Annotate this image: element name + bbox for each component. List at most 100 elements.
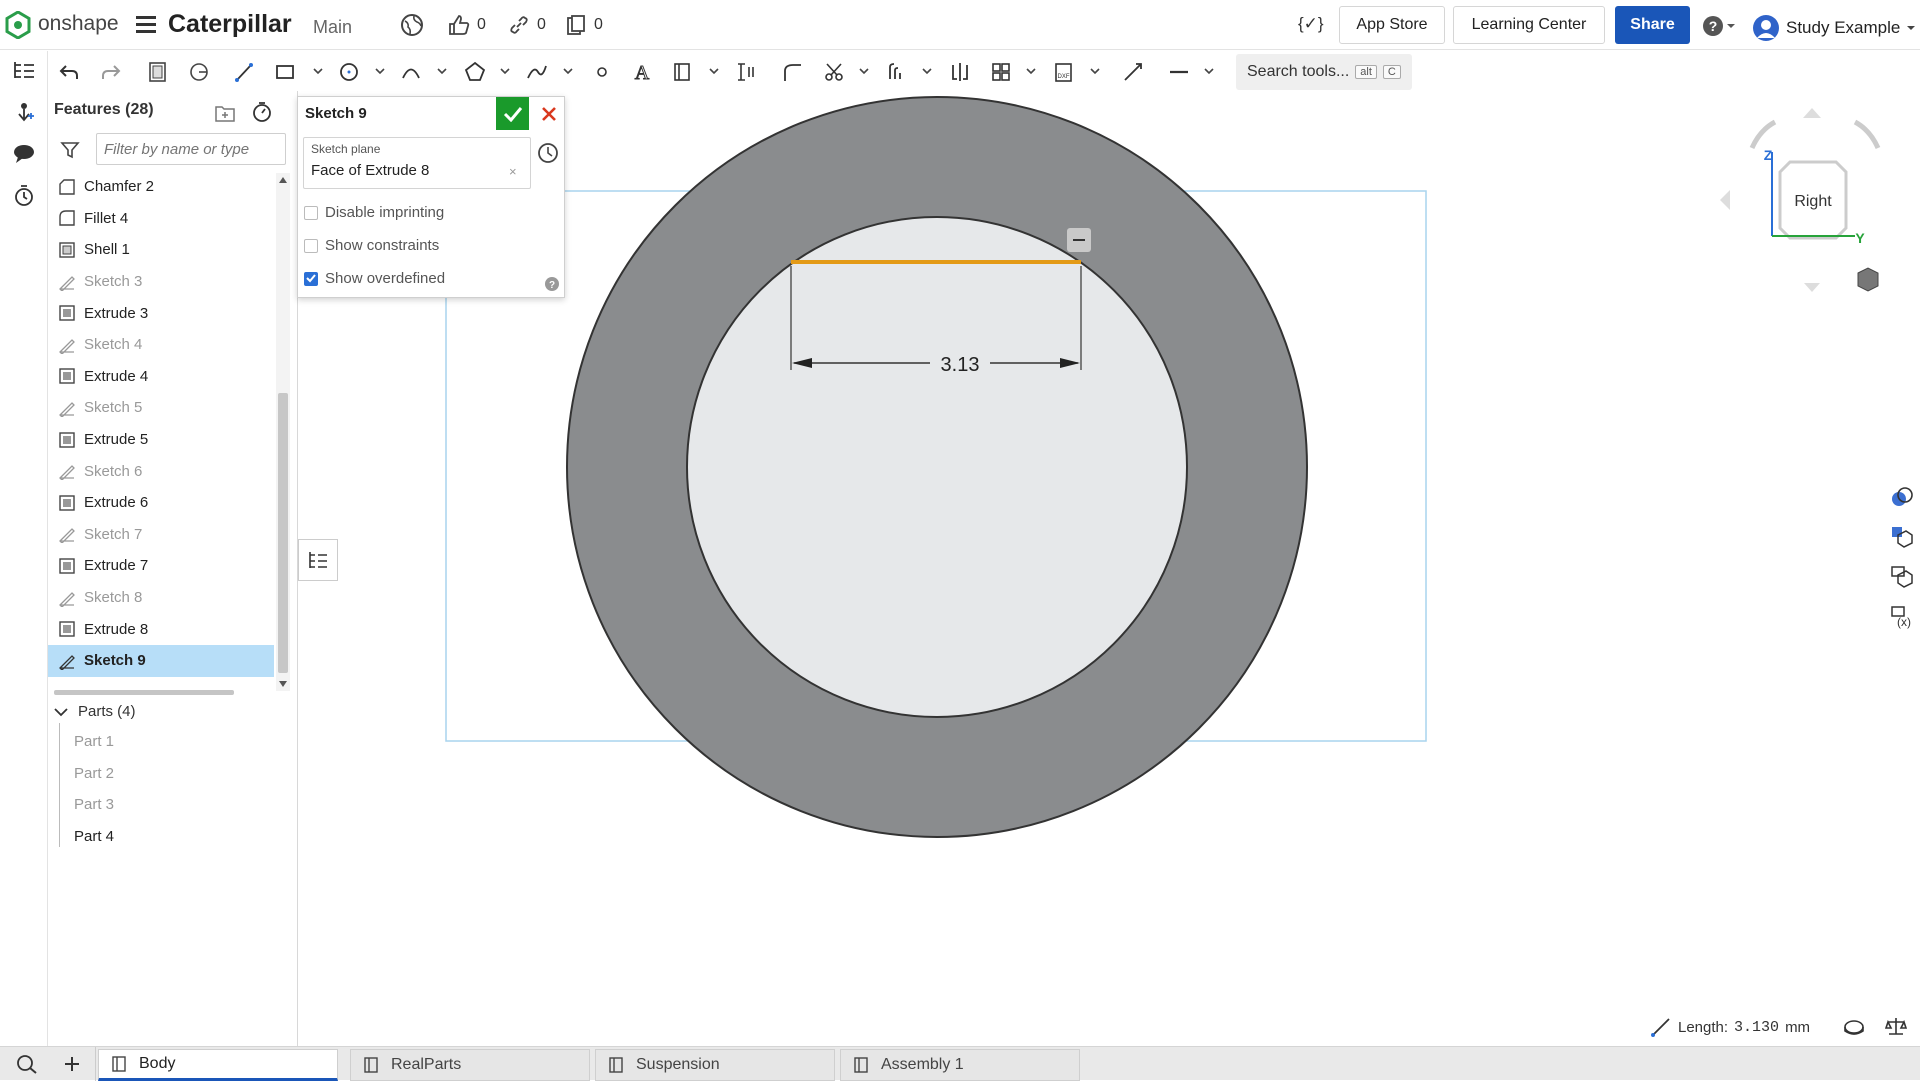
onshape-logo-icon[interactable] — [5, 11, 31, 39]
insert-image-icon[interactable] — [670, 59, 696, 85]
feature-item[interactable]: Extrude 7 — [48, 550, 274, 582]
document-title[interactable]: Caterpillar — [168, 10, 292, 39]
rollback-timer-icon[interactable] — [251, 101, 273, 123]
insert-dropdown-icon[interactable] — [708, 65, 720, 77]
tab-manager-icon[interactable] — [14, 1052, 38, 1074]
copies-counter[interactable]: 0 — [565, 14, 603, 36]
feature-item[interactable]: Sketch 5 — [48, 392, 274, 424]
variables-icon[interactable]: {✓} — [1298, 14, 1324, 34]
rectangle-dropdown-icon[interactable] — [312, 65, 324, 77]
accept-button[interactable] — [496, 97, 529, 130]
line-style-icon[interactable] — [1166, 59, 1192, 85]
new-sketch-icon[interactable] — [145, 59, 171, 85]
rectangle-tool-icon[interactable] — [272, 59, 298, 85]
feature-item[interactable]: Chamfer 2 — [48, 171, 274, 203]
dxf-import-icon[interactable]: DXF — [1051, 59, 1077, 85]
pattern-tool-icon[interactable] — [988, 59, 1014, 85]
circle-tool-icon[interactable] — [336, 59, 362, 85]
disable-imprinting-checkbox[interactable] — [304, 205, 318, 220]
learning-center-button[interactable]: Learning Center — [1453, 6, 1605, 44]
arc-tool-icon[interactable] — [398, 59, 424, 85]
tab-realparts[interactable]: RealParts — [350, 1049, 590, 1081]
horizontal-scrollbar[interactable] — [54, 690, 234, 695]
part-item[interactable]: Part 1 — [74, 733, 114, 750]
mass-properties-icon[interactable] — [1885, 1016, 1907, 1036]
help-icon[interactable]: ? — [1702, 14, 1736, 38]
feature-item[interactable]: Extrude 6 — [48, 487, 274, 519]
feature-item[interactable]: Extrude 4 — [48, 361, 274, 393]
feature-list-icon[interactable] — [10, 56, 38, 84]
line-tool-icon[interactable] — [231, 59, 257, 85]
part-item[interactable]: Part 4 — [74, 828, 114, 845]
disable-imprinting-option[interactable]: Disable imprinting — [304, 204, 444, 221]
extrude-tool-icon[interactable] — [186, 59, 212, 85]
sketch-plane-field[interactable]: Sketch plane Face of Extrude 8 × — [303, 137, 531, 189]
scroll-down-arrow-icon[interactable] — [279, 681, 287, 687]
feature-item[interactable]: Sketch 8 — [48, 582, 274, 614]
feature-item[interactable]: Sketch 6 — [48, 455, 274, 487]
scroll-up-arrow-icon[interactable] — [279, 177, 287, 183]
comments-icon[interactable] — [10, 139, 38, 167]
trim-tool-icon[interactable] — [821, 59, 847, 85]
feature-item[interactable]: Extrude 5 — [48, 424, 274, 456]
polygon-dropdown-icon[interactable] — [499, 65, 511, 77]
trim-dropdown-icon[interactable] — [858, 65, 870, 77]
app-store-button[interactable]: App Store — [1339, 6, 1445, 44]
feature-item[interactable]: Extrude 8 — [48, 613, 274, 645]
dxf-dropdown-icon[interactable] — [1089, 65, 1101, 77]
mirror-tool-icon[interactable] — [947, 59, 973, 85]
offset-tool-icon[interactable] — [884, 59, 910, 85]
units-icon[interactable] — [1843, 1018, 1865, 1036]
feature-item[interactable]: Shell 1 — [48, 234, 274, 266]
search-tools-input[interactable]: Search tools... alt C — [1236, 54, 1412, 90]
cancel-button[interactable] — [532, 97, 565, 130]
globe-icon[interactable] — [400, 13, 424, 37]
feature-filter-input[interactable] — [96, 133, 286, 165]
circle-dropdown-icon[interactable] — [374, 65, 386, 77]
tab-suspension[interactable]: Suspension — [595, 1049, 835, 1081]
feature-item[interactable]: Sketch 3 — [48, 266, 274, 298]
construction-tool-icon[interactable] — [1120, 59, 1146, 85]
arc-dropdown-icon[interactable] — [436, 65, 448, 77]
offset-dropdown-icon[interactable] — [921, 65, 933, 77]
point-tool-icon[interactable] — [589, 59, 615, 85]
scrollbar-thumb[interactable] — [278, 393, 288, 673]
part-item[interactable]: Part 3 — [74, 796, 114, 813]
pattern-dropdown-icon[interactable] — [1025, 65, 1037, 77]
feature-item[interactable]: Fillet 4 — [48, 203, 274, 235]
feature-list-scrollbar[interactable] — [276, 173, 290, 691]
feature-item[interactable]: Extrude 3 — [48, 297, 274, 329]
show-overdefined-checkbox[interactable] — [304, 271, 318, 286]
show-constraints-checkbox[interactable] — [304, 238, 318, 253]
spline-dropdown-icon[interactable] — [562, 65, 574, 77]
spline-tool-icon[interactable] — [524, 59, 550, 85]
part-item[interactable]: Part 2 — [74, 765, 114, 782]
tab-assembly-1[interactable]: Assembly 1 — [840, 1049, 1080, 1081]
show-overdefined-option[interactable]: Show overdefined — [304, 270, 445, 287]
redo-icon[interactable] — [98, 59, 124, 85]
view-normal-icon[interactable] — [536, 141, 560, 165]
history-icon[interactable] — [10, 182, 38, 210]
view-cube[interactable]: Z Y Right — [1720, 108, 1885, 292]
feature-item[interactable]: Sketch 9 — [48, 644, 274, 677]
text-tool-icon[interactable]: A — [629, 59, 655, 85]
hamburger-menu-icon[interactable] — [136, 15, 156, 33]
help-icon[interactable]: ? — [545, 277, 559, 291]
filter-icon[interactable] — [60, 140, 80, 160]
show-constraints-option[interactable]: Show constraints — [304, 237, 439, 254]
polygon-tool-icon[interactable] — [462, 59, 488, 85]
parts-panel-icon[interactable] — [1883, 520, 1920, 554]
share-button[interactable]: Share — [1615, 6, 1690, 44]
dimension-tool-icon[interactable] — [733, 59, 759, 85]
add-part-icon[interactable] — [10, 98, 38, 126]
feature-item[interactable]: Sketch 4 — [48, 329, 274, 361]
mates-panel-icon[interactable] — [1883, 560, 1920, 594]
line-style-dropdown-icon[interactable] — [1203, 65, 1215, 77]
branch-name[interactable]: Main — [313, 17, 352, 38]
toggle-feature-list-button[interactable] — [298, 539, 338, 581]
fillet-sketch-icon[interactable] — [779, 59, 805, 85]
view-mode-dropdown[interactable] — [1857, 267, 1885, 292]
add-folder-icon[interactable] — [214, 103, 236, 123]
feature-item[interactable]: Sketch 7 — [48, 519, 274, 551]
clear-selection-icon[interactable]: × — [509, 164, 517, 179]
